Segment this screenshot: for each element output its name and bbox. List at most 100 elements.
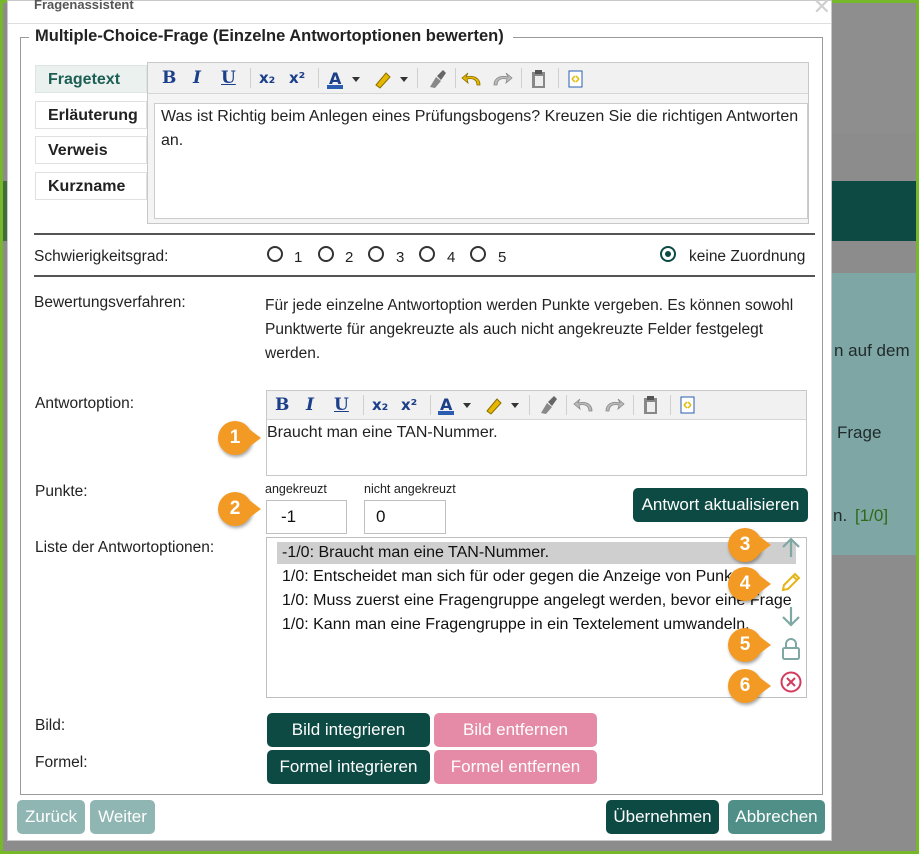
toolbar-separator bbox=[250, 68, 251, 88]
editor-toolbar: B I U x₂ x² A bbox=[267, 391, 806, 420]
move-up-icon[interactable] bbox=[779, 536, 803, 560]
background-text: n auf dem bbox=[834, 341, 910, 360]
difficulty-radio-label: 5 bbox=[498, 249, 507, 266]
text-color-icon[interactable]: A bbox=[326, 69, 366, 89]
toolbar-separator bbox=[430, 395, 431, 415]
toolbar-separator bbox=[521, 68, 522, 88]
difficulty-radio-none[interactable] bbox=[660, 246, 676, 262]
tab-verweis[interactable]: Verweis bbox=[35, 136, 147, 164]
underline-button[interactable]: U bbox=[334, 394, 349, 416]
background-header-strip bbox=[825, 181, 916, 241]
question-text: Was ist Richtig beim Anlegen eines Prüfu… bbox=[161, 108, 799, 149]
edit-pencil-icon[interactable] bbox=[779, 570, 803, 594]
editor-toolbar: B I U x₂ x² A bbox=[148, 63, 808, 94]
toolbar-separator bbox=[529, 395, 530, 415]
back-button[interactable]: Zurück bbox=[17, 800, 85, 834]
question-text-editor: B I U x₂ x² A Was ist Richtig beim Anleg… bbox=[147, 62, 809, 224]
tab-fragetext[interactable]: Fragetext bbox=[35, 65, 147, 93]
difficulty-radio-2[interactable] bbox=[318, 246, 334, 262]
eraser-icon[interactable] bbox=[537, 395, 559, 415]
apply-button[interactable]: Übernehmen bbox=[606, 800, 719, 834]
difficulty-label: Schwierigkeitsgrad: bbox=[34, 248, 169, 265]
formula-label: Formel: bbox=[35, 754, 88, 771]
answer-list-item[interactable]: -1/0: Braucht man eine TAN-Nummer. bbox=[277, 542, 796, 564]
toolbar-separator bbox=[417, 68, 418, 88]
bold-button[interactable]: B bbox=[162, 67, 176, 89]
redo-icon[interactable] bbox=[490, 69, 514, 89]
superscript-button[interactable]: x² bbox=[289, 67, 305, 89]
toolbar-separator bbox=[558, 68, 559, 88]
remove-image-button[interactable]: Bild entfernen bbox=[434, 713, 597, 747]
close-icon[interactable]: ✕ bbox=[813, 0, 831, 20]
italic-button[interactable]: I bbox=[193, 67, 201, 89]
unchecked-points-label: nicht angekreuzt bbox=[364, 482, 456, 496]
text-color-icon[interactable]: A bbox=[437, 395, 477, 415]
difficulty-radio-1[interactable] bbox=[267, 246, 283, 262]
toolbar-separator bbox=[455, 68, 456, 88]
annotation-marker: 4 bbox=[728, 567, 771, 601]
tab-kurzname[interactable]: Kurzname bbox=[35, 172, 147, 200]
subscript-button[interactable]: x₂ bbox=[372, 394, 388, 416]
paste-icon[interactable] bbox=[641, 395, 661, 415]
toolbar-separator bbox=[318, 68, 319, 88]
scoring-description: Für jede einzelne Antwortoption werden P… bbox=[265, 297, 794, 362]
question-wizard-dialog: Fragenassistent ✕ Multiple-Choice-Frage … bbox=[7, 0, 832, 841]
cancel-button[interactable]: Abbrechen bbox=[728, 800, 825, 834]
toolbar-separator bbox=[633, 395, 634, 415]
difficulty-none-label: keine Zuordnung bbox=[689, 248, 806, 265]
scoring-label: Bewertungsverfahren: bbox=[34, 294, 186, 311]
source-code-icon[interactable] bbox=[566, 69, 586, 89]
annotation-marker: 2 bbox=[218, 492, 261, 526]
answer-list-item[interactable]: 1/0: Muss zuerst eine Fragengruppe angel… bbox=[277, 590, 796, 612]
tab-erlaeuterung[interactable]: Erläuterung bbox=[35, 101, 147, 129]
undo-icon[interactable] bbox=[460, 69, 484, 89]
source-code-icon[interactable] bbox=[678, 395, 698, 415]
integrate-formula-button[interactable]: Formel integrieren bbox=[267, 750, 430, 784]
paste-icon[interactable] bbox=[529, 69, 549, 89]
subscript-button[interactable]: x₂ bbox=[259, 67, 275, 89]
dialog-divider bbox=[8, 23, 831, 24]
answer-option-text[interactable]: Braucht man eine TAN-Nummer. bbox=[267, 421, 800, 445]
integrate-image-button[interactable]: Bild integrieren bbox=[267, 713, 430, 747]
background-text: Frage bbox=[837, 423, 882, 442]
difficulty-radio-3[interactable] bbox=[368, 246, 384, 262]
difficulty-radio-4[interactable] bbox=[419, 246, 435, 262]
dialog-title: Fragenassistent bbox=[34, 0, 134, 12]
answer-list-item[interactable]: 1/0: Kann man eine Fragengruppe in ein T… bbox=[277, 614, 796, 636]
next-button[interactable]: Weiter bbox=[90, 800, 155, 834]
image-label: Bild: bbox=[35, 717, 66, 734]
checked-points-label: angekreuzt bbox=[265, 482, 327, 496]
background-link: [1/0] bbox=[855, 506, 889, 525]
annotation-marker: 6 bbox=[728, 669, 771, 703]
difficulty-radio-label: 2 bbox=[345, 249, 354, 266]
toolbar-separator bbox=[363, 395, 364, 415]
move-down-icon[interactable] bbox=[779, 604, 803, 628]
redo-icon[interactable] bbox=[602, 395, 626, 415]
background-text: n. bbox=[833, 506, 848, 525]
annotation-marker: 1 bbox=[218, 421, 261, 455]
bold-button[interactable]: B bbox=[275, 394, 289, 416]
superscript-button[interactable]: x² bbox=[401, 394, 417, 416]
lock-icon[interactable] bbox=[779, 637, 803, 661]
answer-list[interactable]: -1/0: Braucht man eine TAN-Nummer. 1/0: … bbox=[266, 537, 807, 698]
unchecked-points-input[interactable]: 0 bbox=[364, 500, 446, 534]
question-text-area[interactable]: Was ist Richtig beim Anlegen eines Prüfu… bbox=[154, 103, 808, 219]
divider bbox=[34, 275, 815, 277]
answer-list-item[interactable]: 1/0: Entscheidet man sich für oder gegen… bbox=[277, 566, 796, 588]
eraser-icon[interactable] bbox=[426, 69, 448, 89]
answer-list-label: Liste der Antwortoptionen: bbox=[35, 539, 215, 556]
italic-button[interactable]: I bbox=[306, 394, 314, 416]
highlight-color-icon[interactable] bbox=[485, 395, 525, 415]
update-answer-button[interactable]: Antwort aktualisieren bbox=[633, 488, 808, 522]
undo-icon[interactable] bbox=[572, 395, 596, 415]
remove-formula-button[interactable]: Formel entfernen bbox=[434, 750, 597, 784]
delete-icon[interactable] bbox=[779, 670, 803, 694]
difficulty-radio-label: 1 bbox=[294, 249, 303, 266]
difficulty-radio-label: 3 bbox=[396, 249, 405, 266]
highlight-color-icon[interactable] bbox=[374, 69, 414, 89]
checked-points-input[interactable]: -1 bbox=[266, 500, 347, 534]
underline-button[interactable]: U bbox=[221, 67, 236, 89]
difficulty-radio-label: 4 bbox=[447, 249, 456, 266]
toolbar-separator bbox=[566, 395, 567, 415]
difficulty-radio-5[interactable] bbox=[470, 246, 486, 262]
